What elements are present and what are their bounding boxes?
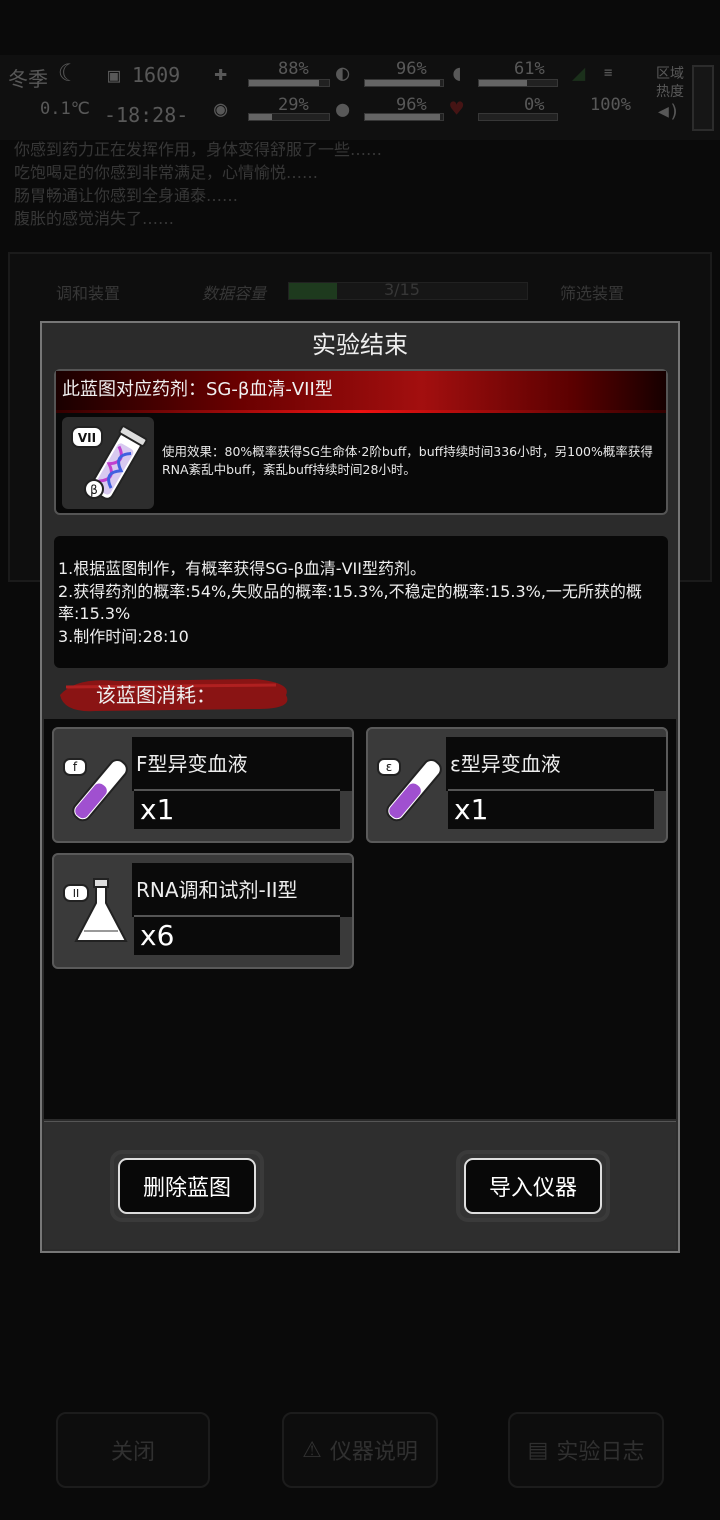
info-line: 2.获得药剂的概率:54%,失败品的概率:15.3%,不稳定的概率:15.3%,…	[58, 581, 642, 624]
game-screen: 冬季 ☾ 0.1℃ ▣ 1609 -18:28- ✚ 88% ◉ 29% ◐ 9…	[0, 0, 720, 1520]
blueprint-info: 1.根据蓝图制作，有概率获得SG-β血清-VII型药剂。 2.获得药剂的概率:5…	[54, 536, 668, 668]
blueprint-card: 此蓝图对应药剂：SG-β血清-VII型 VII β 使用效果：80%概率获得SG…	[54, 369, 668, 515]
experiment-result-dialog: 实验结束 此蓝图对应药剂：SG-β血清-VII型 VII β 使用效果：80%概…	[40, 321, 680, 1253]
info-line: 3.制作时间:28:10	[58, 626, 189, 646]
import-instrument-button[interactable]: 导入仪器	[456, 1150, 610, 1222]
test-tube-icon: f	[58, 739, 132, 831]
material-name: ε型异变血液	[446, 737, 666, 791]
material-name: RNA调和试剂-II型	[132, 863, 352, 917]
delete-blueprint-label: 删除蓝图	[118, 1158, 256, 1214]
test-tube-icon: ε	[372, 739, 446, 831]
material-slot[interactable]: f F型异变血液 x1	[52, 727, 354, 843]
material-slot[interactable]: ε ε型异变血液 x1	[366, 727, 668, 843]
material-name: F型异变血液	[132, 737, 352, 791]
material-quantity: x1	[134, 789, 340, 829]
dialog-title: 实验结束	[312, 331, 408, 359]
consume-label: 该蓝图消耗：	[96, 683, 216, 707]
material-slot[interactable]: II RNA调和试剂-II型 x6	[52, 853, 354, 969]
svg-text:VII: VII	[78, 431, 96, 445]
svg-text:ε: ε	[386, 760, 393, 774]
materials-grid: f F型异变血液 x1 ε ε型异变血液 x1 II RNA调和试剂-II型 x…	[44, 719, 676, 1119]
delete-blueprint-button[interactable]: 删除蓝图	[110, 1150, 264, 1222]
info-line: 1.根据蓝图制作，有概率获得SG-β血清-VII型药剂。	[58, 559, 426, 578]
dialog-footer: 删除蓝图 导入仪器	[44, 1121, 676, 1249]
import-instrument-label: 导入仪器	[464, 1158, 602, 1214]
blueprint-header: 此蓝图对应药剂：SG-β血清-VII型	[56, 371, 666, 413]
serum-potion-icon: VII β	[62, 417, 154, 509]
flask-icon: II	[58, 865, 132, 957]
effect-description: 使用效果：80%概率获得SG生命体·2阶buff，buff持续时间336小时，另…	[162, 444, 653, 477]
material-quantity: x1	[448, 789, 654, 829]
material-quantity: x6	[134, 915, 340, 955]
svg-text:II: II	[73, 887, 80, 900]
svg-text:β: β	[90, 483, 98, 497]
